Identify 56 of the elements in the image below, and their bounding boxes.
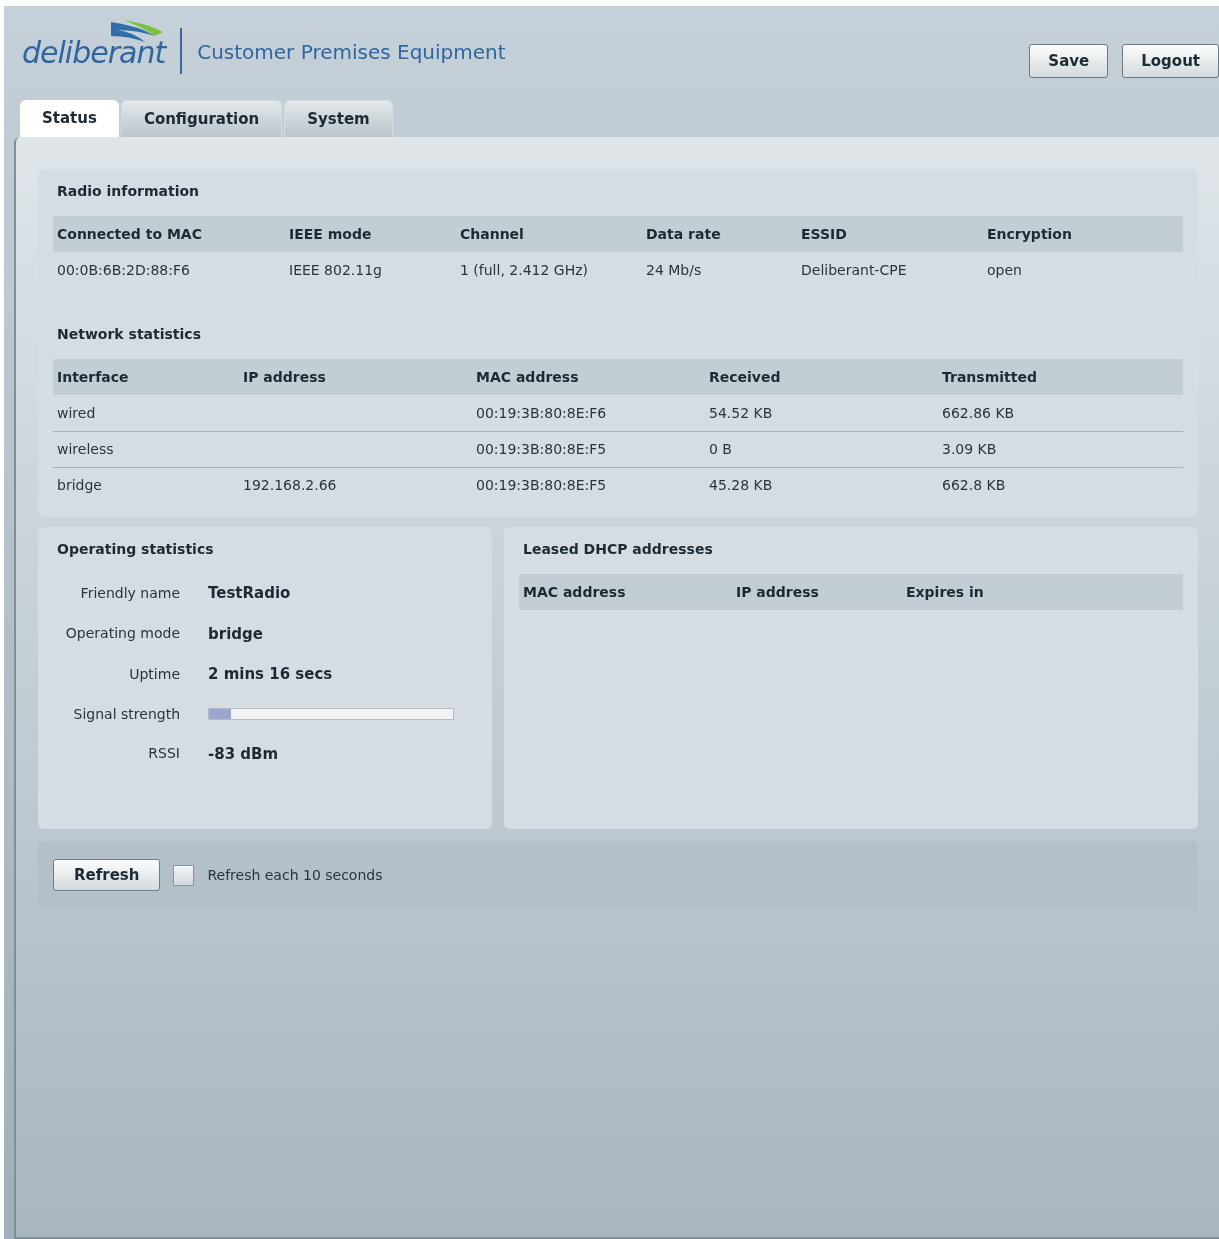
- column-header: Channel: [459, 224, 525, 244]
- table-cell-text: 3.09 KB: [941, 440, 998, 459]
- column-header: Interface: [56, 367, 130, 387]
- column-header: Transmitted: [941, 367, 1038, 387]
- field-value: -83 dBm: [208, 743, 279, 765]
- column-header: MAC address: [522, 582, 627, 602]
- table-cell-text: 0 B: [708, 440, 733, 459]
- save-button[interactable]: Save: [1029, 44, 1109, 78]
- table-cell-text: 54.52 KB: [708, 403, 774, 423]
- table-cell-text: 00:19:3B:80:8E:F5: [475, 440, 608, 459]
- panel-title: Operating statistics: [56, 540, 215, 559]
- table-cell-text: wireless: [56, 440, 115, 459]
- table-cell-text: open: [986, 260, 1023, 280]
- column-header: Connected to MAC: [56, 224, 203, 244]
- column-header: Received: [708, 367, 782, 387]
- field-label: Operating mode: [64, 624, 180, 644]
- table-cell-text: IEEE 802.11g: [288, 260, 383, 280]
- table-cell-text: 00:0B:6B:2D:88:F6: [56, 260, 191, 280]
- refresh-button[interactable]: Refresh: [53, 859, 161, 891]
- brand-logo-text: deliberant: [22, 38, 166, 68]
- column-header: MAC address: [475, 367, 580, 387]
- table-cell-text: 662.8 KB: [941, 476, 1007, 495]
- column-header: Data rate: [645, 224, 722, 244]
- table-cell-text: 00:19:3B:80:8E:F5: [475, 476, 608, 495]
- field-value: 2 mins 16 secs: [208, 664, 333, 685]
- field-value: TestRadio: [208, 583, 291, 604]
- table-cell-text: 662.86 KB: [941, 403, 1016, 423]
- column-header: ESSID: [800, 224, 848, 244]
- table-cell-text: 45.28 KB: [708, 476, 774, 495]
- field-label: Signal strength: [72, 704, 180, 724]
- table-cell-text: 1 (full, 2.412 GHz): [459, 260, 590, 280]
- page-title: Customer Premises Equipment: [197, 39, 506, 66]
- panel-title: Radio information: [56, 182, 201, 201]
- table-cell-text: 192.168.2.66: [242, 476, 338, 495]
- panel-title: Network statistics: [56, 325, 202, 344]
- field-label: Friendly name: [79, 583, 180, 603]
- table-cell-text: wired: [56, 403, 97, 423]
- tab[interactable]: Status: [20, 100, 119, 137]
- table-cell-text: bridge: [56, 476, 103, 495]
- field-label: RSSI: [147, 744, 180, 764]
- table-cell-text: 00:19:3B:80:8E:F6: [475, 403, 608, 423]
- auto-refresh-checkbox[interactable]: [173, 864, 195, 886]
- column-header: IEEE mode: [288, 224, 373, 244]
- column-header: Encryption: [986, 224, 1073, 244]
- tab[interactable]: System: [284, 100, 393, 137]
- column-header: Expires in: [905, 582, 985, 602]
- table-cell-text: 24 Mb/s: [645, 260, 703, 280]
- checkbox-label: Refresh each 10 seconds: [207, 865, 383, 885]
- column-header: IP address: [242, 367, 327, 387]
- logout-button[interactable]: Logout: [1122, 44, 1219, 78]
- panel-title: Leased DHCP addresses: [522, 540, 714, 559]
- column-header: IP address: [735, 582, 820, 602]
- tab[interactable]: Configuration: [120, 100, 283, 137]
- table-cell-text: Deliberant-CPE: [800, 260, 908, 280]
- field-value: bridge: [208, 623, 263, 645]
- field-label: Uptime: [128, 664, 180, 684]
